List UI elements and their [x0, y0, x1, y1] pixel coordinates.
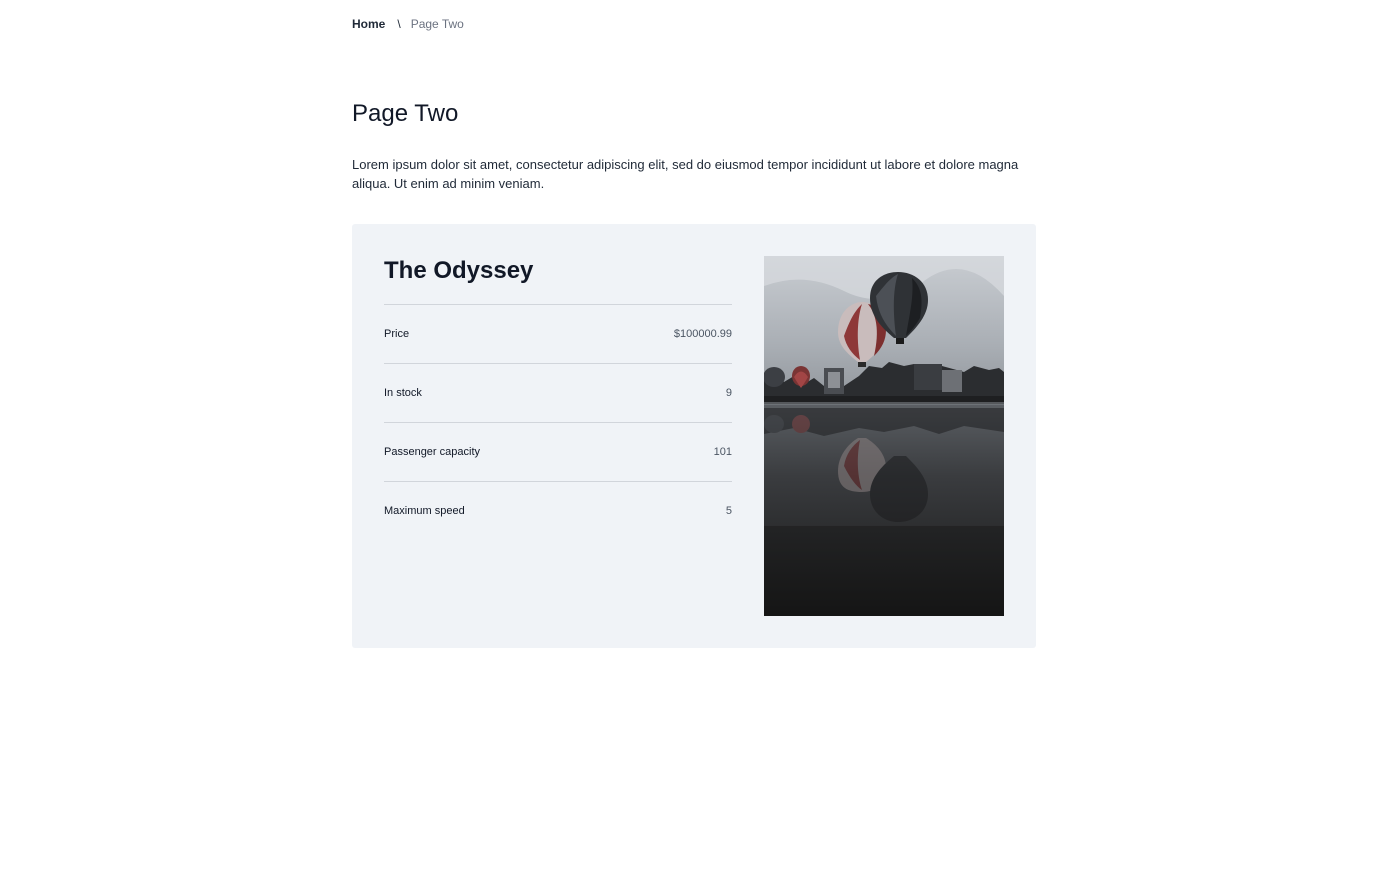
breadcrumb-current: Page Two [410, 17, 464, 31]
hot-air-balloons-photo [764, 256, 1004, 616]
spec-list: Price $100000.99 In stock 9 Passenger ca… [384, 304, 732, 540]
spec-value: 9 [725, 387, 732, 399]
breadcrumb-home-link[interactable]: Home [352, 16, 385, 32]
spec-label: In stock [384, 387, 422, 399]
product-title: The Odyssey [384, 257, 534, 284]
spec-value: 5 [725, 505, 732, 517]
spec-row-in-stock: In stock 9 [384, 364, 732, 423]
breadcrumb: Home \ Page Two [352, 16, 464, 32]
spec-row-price: Price $100000.99 [384, 305, 732, 364]
spec-row-passenger-capacity: Passenger capacity 101 [384, 423, 732, 482]
spec-row-maximum-speed: Maximum speed 5 [384, 482, 732, 540]
page-title: Page Two [352, 100, 459, 127]
spec-label: Maximum speed [384, 505, 465, 517]
spec-value: $100000.99 [673, 328, 732, 340]
product-card: The Odyssey Price $100000.99 In stock 9 … [352, 224, 1036, 648]
intro-paragraph: Lorem ipsum dolor sit amet, consectetur … [352, 157, 1019, 191]
breadcrumb-separator: \ [397, 17, 401, 31]
spec-label: Passenger capacity [384, 446, 480, 458]
spec-value: 101 [713, 446, 732, 458]
spec-label: Price [384, 328, 410, 340]
